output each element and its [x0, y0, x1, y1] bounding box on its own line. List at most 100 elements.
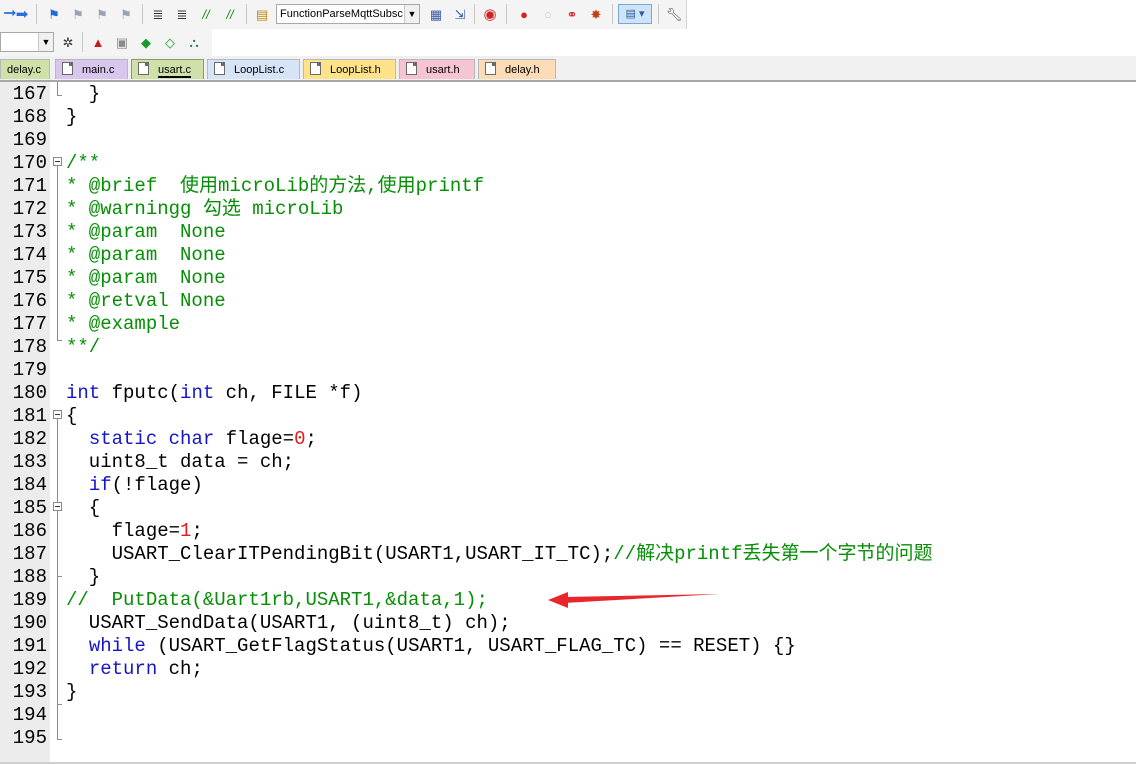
- code-line[interactable]: 177 * @example: [0, 313, 1136, 336]
- manage-icon[interactable]: ⛬: [184, 32, 204, 52]
- code-token: * @param None: [66, 267, 226, 289]
- bookmark-clear-icon[interactable]: ⚑: [116, 4, 136, 24]
- breakpoint-kill-icon[interactable]: ✸: [586, 4, 606, 24]
- code-line[interactable]: 193}: [0, 681, 1136, 704]
- code-token: uint8_t data = ch;: [66, 451, 295, 473]
- code-token: ch;: [157, 658, 203, 680]
- target-options-icon[interactable]: ✲: [58, 32, 78, 52]
- download-icon[interactable]: ◇: [160, 32, 180, 52]
- tab-usart-h[interactable]: usart.h: [399, 59, 475, 79]
- code-line[interactable]: 194: [0, 704, 1136, 727]
- config-icon[interactable]: 🔧︎: [664, 4, 684, 24]
- file-icon: [62, 62, 73, 75]
- line-number: 177: [12, 313, 47, 335]
- code-line[interactable]: 170 /**: [0, 152, 1136, 175]
- code-editor[interactable]: 167 } 168} 169 170 /** 171 * @brief 使用microLib…: [0, 82, 1136, 762]
- arrow-forward-icon[interactable]: ➡: [12, 4, 32, 24]
- code-token: while: [88, 635, 146, 657]
- code-line[interactable]: 173 * @param None: [0, 221, 1136, 244]
- code-line[interactable]: 181 {: [0, 405, 1136, 428]
- code-line[interactable]: 167 }: [0, 83, 1136, 106]
- find-in-files-icon[interactable]: ▦: [426, 4, 446, 24]
- line-number: 190: [12, 612, 47, 634]
- target-combo[interactable]: ▼: [0, 32, 54, 52]
- incremental-find-icon[interactable]: ⇲: [450, 4, 470, 24]
- line-number: 194: [12, 704, 47, 726]
- code-line[interactable]: 172 * @warningg 勾选 microLib: [0, 198, 1136, 221]
- function-combo[interactable]: FunctionParseMqttSubsc ▼: [276, 4, 420, 24]
- code-text: {: [66, 405, 77, 428]
- comment-icon[interactable]: //: [196, 4, 216, 24]
- tab-looplist-h[interactable]: LoopList.h: [303, 59, 396, 79]
- uncomment-icon[interactable]: //: [220, 4, 240, 24]
- code-line[interactable]: 171 * @brief 使用microLib的方法,使用printf: [0, 175, 1136, 198]
- line-number: 182: [12, 428, 47, 450]
- file-icon: [485, 62, 496, 75]
- unindent-icon[interactable]: ≣: [172, 4, 192, 24]
- line-number: 168: [12, 106, 47, 128]
- tab-usart-c[interactable]: usart.c: [131, 59, 204, 79]
- toolbar-separator: [82, 32, 83, 52]
- code-token: * @warningg 勾选 microLib: [66, 198, 344, 220]
- code-token: flage=: [214, 428, 295, 450]
- code-line[interactable]: 188 }: [0, 566, 1136, 589]
- line-number: 187: [12, 543, 47, 565]
- tab-label: usart.h: [426, 64, 460, 76]
- tab-delay-c[interactable]: delay.c: [0, 59, 50, 79]
- code-line[interactable]: 176 * @retval None: [0, 290, 1136, 313]
- code-token: (USART_GetFlagStatus(USART1, USART_FLAG_…: [145, 635, 796, 657]
- code-line[interactable]: 182 static char flage=0;: [0, 428, 1136, 451]
- code-text: * @warningg 勾选 microLib: [66, 198, 343, 221]
- code-line[interactable]: 195: [0, 727, 1136, 750]
- toolbar-separator: [36, 4, 37, 24]
- toolbar-separator: [612, 4, 613, 24]
- tab-main-c[interactable]: main.c: [55, 59, 128, 79]
- chevron-down-icon[interactable]: ▼: [404, 5, 419, 23]
- code-text: /**: [66, 152, 100, 175]
- chevron-down-icon[interactable]: ▼: [38, 33, 53, 51]
- code-line[interactable]: 179: [0, 359, 1136, 382]
- code-line[interactable]: 190 USART_SendData(USART1, (uint8_t) ch)…: [0, 612, 1136, 635]
- code-line[interactable]: 187 USART_ClearITPendingBit(USART1,USART…: [0, 543, 1136, 566]
- indent-icon[interactable]: ≣: [148, 4, 168, 24]
- breakpoint-enable-icon[interactable]: ○: [538, 4, 558, 24]
- tab-delay-h[interactable]: delay.h: [478, 59, 556, 79]
- toolbar-separator: [506, 4, 507, 24]
- translate-icon[interactable]: ▲: [88, 32, 108, 52]
- code-token: //解决printf丢失第一个字节的问题: [613, 543, 933, 565]
- open-file-icon[interactable]: ▤: [252, 4, 272, 24]
- code-token: {: [66, 405, 78, 427]
- code-line[interactable]: 169: [0, 129, 1136, 152]
- rebuild-icon[interactable]: ◆: [136, 32, 156, 52]
- tab-label: main.c: [82, 64, 115, 76]
- code-token: ;: [305, 428, 317, 450]
- window-layout-icon[interactable]: ▤ ▾: [618, 4, 652, 24]
- code-line[interactable]: 178 **/: [0, 336, 1136, 359]
- debug-icon[interactable]: ◉: [480, 4, 500, 24]
- code-text: * @brief 使用microLib的方法,使用printf: [66, 175, 484, 198]
- bookmark-set-icon[interactable]: ⚑: [44, 4, 64, 24]
- line-number: 170: [12, 152, 47, 174]
- code-line[interactable]: 192 return ch;: [0, 658, 1136, 681]
- file-icon: [138, 62, 149, 75]
- code-line[interactable]: 184 if(!flage): [0, 474, 1136, 497]
- code-line[interactable]: 191 while (USART_GetFlagStatus(USART1, U…: [0, 635, 1136, 658]
- code-line[interactable]: 175 * @param None: [0, 267, 1136, 290]
- bookmark-next-icon[interactable]: ⚑: [92, 4, 112, 24]
- build-icon[interactable]: ▣: [112, 32, 132, 52]
- code-line[interactable]: 183 uint8_t data = ch;: [0, 451, 1136, 474]
- breakpoint-disable-icon[interactable]: ⚭: [562, 4, 582, 24]
- function-combo-value: FunctionParseMqttSubsc: [280, 8, 403, 20]
- code-text: **/: [66, 336, 100, 359]
- code-line[interactable]: 168}: [0, 106, 1136, 129]
- code-line[interactable]: 185 {: [0, 497, 1136, 520]
- code-token: fputc(: [100, 382, 181, 404]
- code-token: * @retval None: [66, 290, 226, 312]
- breakpoint-insert-icon[interactable]: ●: [514, 4, 534, 24]
- code-line[interactable]: 180 int fputc(int ch, FILE *f): [0, 382, 1136, 405]
- bookmark-prev-icon[interactable]: ⚑: [68, 4, 88, 24]
- code-line[interactable]: 174 * @param None: [0, 244, 1136, 267]
- tab-looplist-c[interactable]: LoopList.c: [207, 59, 300, 79]
- code-line[interactable]: 186 flage=1;: [0, 520, 1136, 543]
